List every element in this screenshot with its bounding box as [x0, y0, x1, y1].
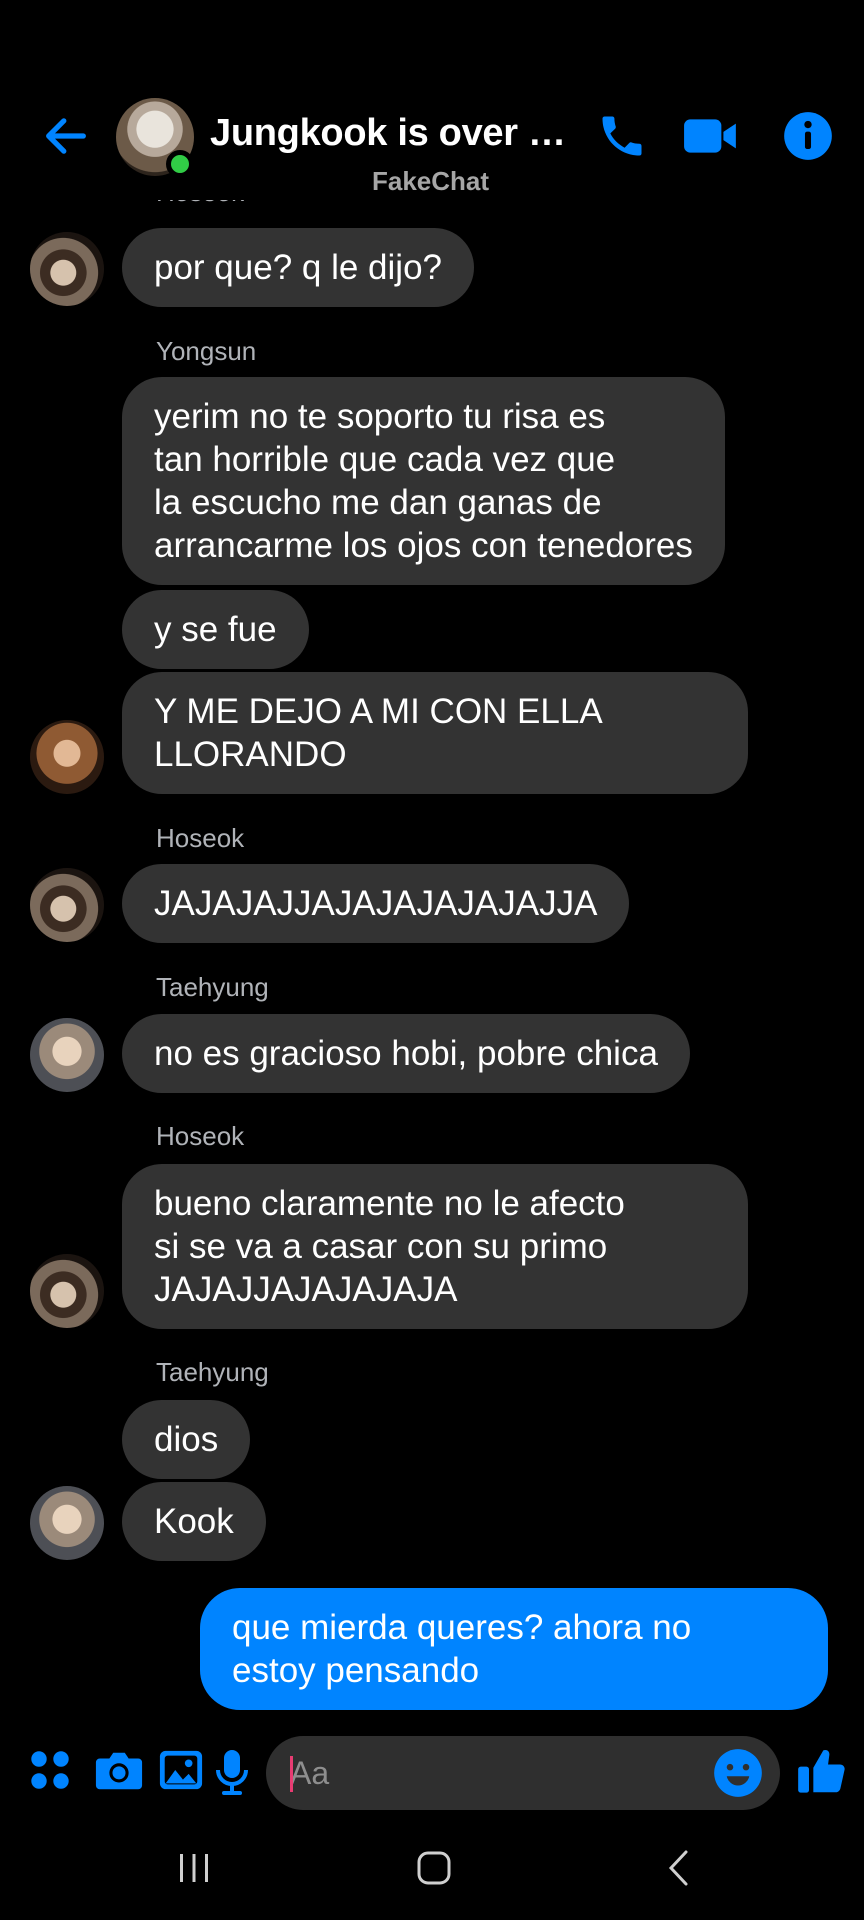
sender-name: Yongsun [156, 336, 257, 366]
message-bubble[interactable]: no es gracioso hobi, pobre chica [122, 1014, 690, 1093]
video-camera-icon[interactable] [682, 110, 740, 162]
message-input[interactable] [290, 1736, 690, 1810]
message-bubble[interactable]: por que? q le dijo? [122, 228, 474, 307]
message-list[interactable]: Hoseok por que? q le dijo? Yongsun yerim… [0, 0, 864, 1720]
sender-name: Hoseok [156, 1121, 245, 1151]
chat-title[interactable]: Jungkook is over p... [210, 112, 580, 155]
avatar-hoseok[interactable] [30, 1254, 104, 1328]
arrow-left-icon[interactable] [40, 110, 92, 162]
avatar-yongsun[interactable] [30, 720, 104, 794]
thumbs-up-icon[interactable] [796, 1744, 848, 1798]
online-status-dot [166, 150, 194, 178]
text-cursor [290, 1756, 293, 1792]
message-bubble[interactable]: bueno claramente no le afecto si se va a… [122, 1164, 748, 1329]
microphone-icon[interactable] [216, 1748, 248, 1796]
sender-name: Taehyung [156, 1357, 269, 1387]
avatar-hoseok[interactable] [30, 232, 104, 306]
avatar-hoseok[interactable] [30, 868, 104, 942]
home-icon[interactable] [414, 1848, 454, 1888]
gallery-icon[interactable] [158, 1748, 204, 1792]
message-bubble[interactable]: y se fue [122, 590, 309, 669]
apps-icon[interactable] [28, 1748, 72, 1792]
sender-name: Taehyung [156, 972, 269, 1002]
back-icon[interactable] [664, 1848, 694, 1888]
message-bubble[interactable]: Y ME DEJO A MI CON ELLA LLORANDO [122, 672, 748, 794]
message-bubble[interactable]: dios [122, 1400, 251, 1479]
my-message-bubble[interactable]: que mierda queres? ahora no estoy pensan… [200, 1588, 828, 1710]
message-bubble[interactable]: Kook [122, 1482, 266, 1561]
message-input-container[interactable] [266, 1736, 780, 1810]
message-bubble[interactable]: JAJAJAJJAJAJAJAJAJAJJA [122, 864, 630, 943]
phone-icon[interactable] [596, 110, 648, 162]
recent-apps-icon[interactable] [176, 1848, 212, 1888]
message-bubble[interactable]: yerim no te soporto tu risa es tan horri… [122, 377, 725, 585]
avatar-taehyung[interactable] [30, 1486, 104, 1560]
avatar-taehyung[interactable] [30, 1018, 104, 1092]
chat-header: Jungkook is over p... FakeChat [0, 0, 864, 200]
camera-icon[interactable] [94, 1748, 144, 1792]
chat-subtitle: FakeChat [372, 166, 490, 196]
info-icon[interactable] [782, 110, 834, 162]
sender-name: Hoseok [156, 823, 245, 853]
emoji-icon[interactable] [712, 1747, 764, 1799]
